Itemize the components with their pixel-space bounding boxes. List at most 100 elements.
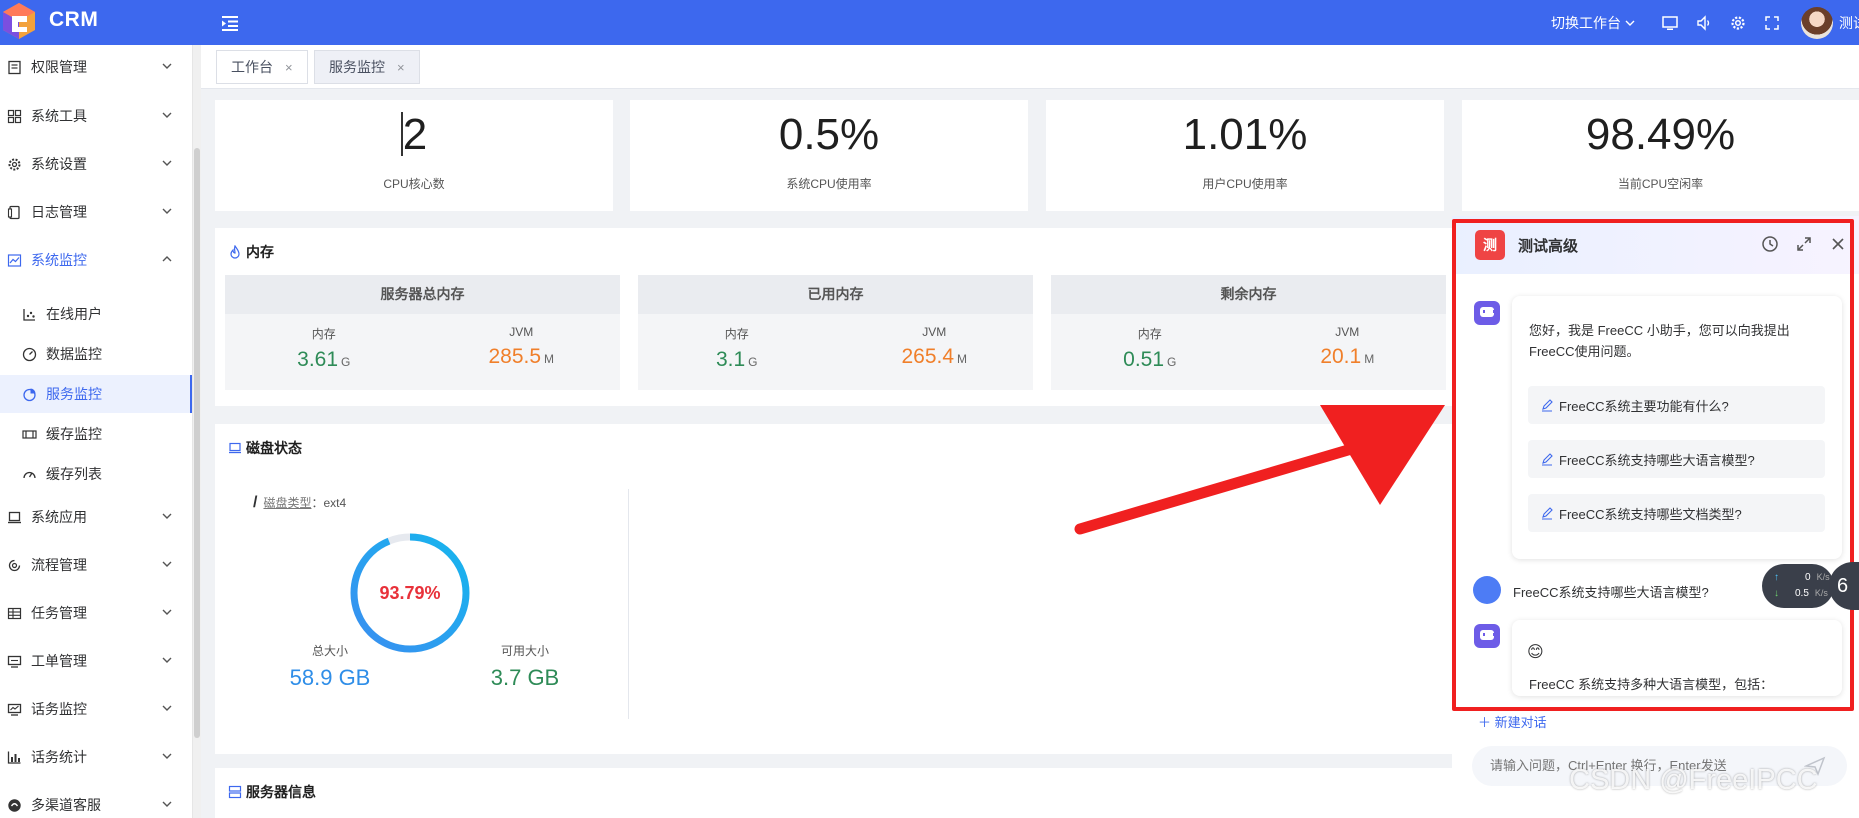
disk-usage-percent: 93.79% — [379, 583, 441, 603]
sidebar-item-label: 流程管理 — [31, 557, 87, 573]
volume-icon[interactable] — [1693, 12, 1715, 34]
memory-block-title: 服务器总内存 — [225, 275, 620, 314]
screen-icon[interactable] — [1659, 12, 1681, 34]
suggestion-button[interactable]: FreeCC系统支持哪些大语言模型? — [1528, 440, 1825, 478]
logo-icon — [3, 3, 35, 39]
sidebar-item-task-management[interactable]: 任务管理 — [0, 593, 192, 633]
suggestion-button[interactable]: FreeCC系统支持哪些文档类型? — [1528, 494, 1825, 532]
disk-free: 可用大小 3.7 GB — [445, 642, 605, 691]
stat-value: 2 — [400, 110, 428, 159]
arrow-down-icon: ↓ — [1774, 588, 1779, 599]
bot-avatar-icon — [1474, 624, 1500, 648]
close-icon[interactable]: × — [285, 60, 293, 75]
memory-column: 内存 0.51 G — [1051, 325, 1249, 372]
user-name[interactable]: 测试 — [1839, 13, 1859, 33]
permission-icon — [6, 59, 22, 75]
brand-title: CRM — [49, 8, 99, 31]
top-header: CRM 切换工作台 测试 — [0, 0, 1859, 45]
bar-chart-icon — [6, 749, 22, 765]
disk-total-value: 58.9 GB — [289, 665, 371, 690]
pen-icon — [1542, 399, 1553, 412]
cache-icon — [21, 426, 37, 442]
greeting-message: 您好，我是 FreeCC 小助手，您可以向我提出 FreeCC使用问题。 Fre… — [1512, 296, 1842, 559]
sidebar-item-label: 系统监控 — [31, 252, 87, 268]
table-icon — [6, 605, 22, 621]
jvm-label: JVM — [509, 325, 534, 339]
chevron-down-icon — [162, 753, 172, 759]
sidebar-item-label: 话务统计 — [31, 749, 87, 765]
suggestion-button[interactable]: FreeCC系统主要功能有什么? — [1528, 386, 1825, 424]
close-icon[interactable] — [1828, 234, 1848, 254]
net-speed-widget: ↑ 0 K/s ↓ 0.5 K/s — [1762, 564, 1834, 608]
fullscreen-icon[interactable] — [1761, 12, 1783, 34]
sidebar-subitem-data-monitor[interactable]: 数据监控 — [0, 335, 192, 373]
chevron-down-icon — [162, 801, 172, 807]
sidebar-item-call-monitor[interactable]: 话务监控 — [0, 689, 192, 729]
close-icon[interactable]: × — [397, 60, 405, 75]
user-avatar[interactable] — [1801, 6, 1833, 39]
stat-label: 当前CPU空闲率 — [1617, 177, 1704, 191]
sidebar-scrollbar-thumb[interactable] — [194, 148, 200, 738]
monitor-chart-icon — [6, 252, 22, 268]
stat-value: 98.49% — [1585, 110, 1736, 159]
tab-service-monitor[interactable]: 服务监控 × — [314, 50, 420, 84]
suggestion-text: FreeCC系统主要功能有什么? — [1559, 398, 1729, 414]
tab-bar: 工作台 × 服务监控 × — [201, 45, 1859, 89]
memory-free-block: 剩余内存 内存 0.51 G JVM 20.1 M — [1051, 275, 1446, 390]
chevron-down-icon — [162, 609, 172, 615]
stat-value: 0.5% — [778, 110, 880, 159]
sidebar-item-system-apps[interactable]: 系统应用 — [0, 497, 192, 537]
system-cpu-usage-card: 0.5% 系统CPU使用率 — [630, 100, 1028, 211]
sidebar-item-system-tools[interactable]: 系统工具 — [0, 96, 192, 136]
sidebar-subitem-online-users[interactable]: 在线用户 — [0, 295, 192, 333]
flow-icon — [6, 557, 22, 573]
memory-card: 内存 服务器总内存 内存 3.61 G JVM 285.5 M 已用内存 内存 3.… — [215, 228, 1455, 406]
memory-value: 3.61 G — [297, 348, 351, 371]
send-icon[interactable] — [1804, 756, 1826, 776]
download-speed: ↓ 0.5 K/s — [1774, 588, 1828, 599]
sidebar-item-flow-management[interactable]: 流程管理 — [0, 545, 192, 585]
sidebar-item-permission[interactable]: 权限管理 — [0, 47, 192, 87]
sidebar-item-ticket-management[interactable]: 工单管理 — [0, 641, 192, 681]
menu-fold-icon[interactable] — [219, 12, 241, 34]
chevron-up-icon — [162, 256, 172, 262]
chat-input[interactable] — [1472, 746, 1847, 786]
bot-avatar-icon — [1474, 301, 1500, 325]
switch-workbench-button[interactable]: 切换工作台 — [1551, 13, 1635, 33]
history-icon[interactable] — [1760, 234, 1780, 254]
tab-workbench[interactable]: 工作台 × — [216, 50, 308, 84]
divider — [628, 489, 629, 719]
sidebar-item-call-statistics[interactable]: 话务统计 — [0, 737, 192, 777]
tab-label: 服务监控 — [329, 59, 385, 75]
laptop-icon — [229, 442, 241, 454]
expand-icon[interactable] — [1794, 234, 1814, 254]
sidebar-item-label: 系统设置 — [31, 156, 87, 172]
memory-section-title: 内存 — [228, 242, 274, 262]
laptop-icon — [6, 509, 22, 525]
sidebar-item-multichannel-service[interactable]: 多渠道客服 — [0, 785, 192, 818]
chevron-down-icon — [162, 513, 172, 519]
new-chat-button[interactable]: ＋ 新建对话 — [1478, 712, 1547, 731]
chevron-down-icon — [162, 208, 172, 214]
disk-type-row: / 磁盘类型：ext4 — [253, 494, 346, 512]
sidebar-item-system-settings[interactable]: 系统设置 — [0, 144, 192, 184]
jvm-label: JVM — [922, 325, 947, 339]
suggestion-text: FreeCC系统支持哪些文档类型? — [1559, 506, 1742, 522]
pie-icon — [21, 386, 37, 402]
jvm-value: 265.4 M — [901, 345, 968, 368]
sidebar-subitem-service-monitor[interactable]: 服务监控 — [0, 375, 192, 413]
sidebar-item-log-management[interactable]: 日志管理 — [0, 192, 192, 232]
memory-label: 内存 — [724, 327, 749, 341]
stat-label: 用户CPU使用率 — [1202, 177, 1288, 191]
memory-value: 3.1 G — [715, 348, 758, 371]
answer-message: 😊 FreeCC 系统支持多种大语言模型，包括： — [1512, 620, 1842, 696]
jvm-value: 285.5 M — [488, 345, 555, 368]
gear-icon[interactable] — [1727, 12, 1749, 34]
sidebar-subitem-label: 在线用户 — [46, 306, 102, 322]
arrow-up-icon: ↑ — [1774, 572, 1779, 583]
sidebar-item-system-monitor[interactable]: 系统监控 — [0, 240, 192, 280]
disk-free-value: 3.7 GB — [490, 665, 560, 690]
sidebar-subitem-cache-monitor[interactable]: 缓存监控 — [0, 415, 192, 453]
sidebar-subitem-cache-list[interactable]: 缓存列表 — [0, 455, 192, 493]
disk-total-label: 总大小 — [311, 644, 348, 658]
